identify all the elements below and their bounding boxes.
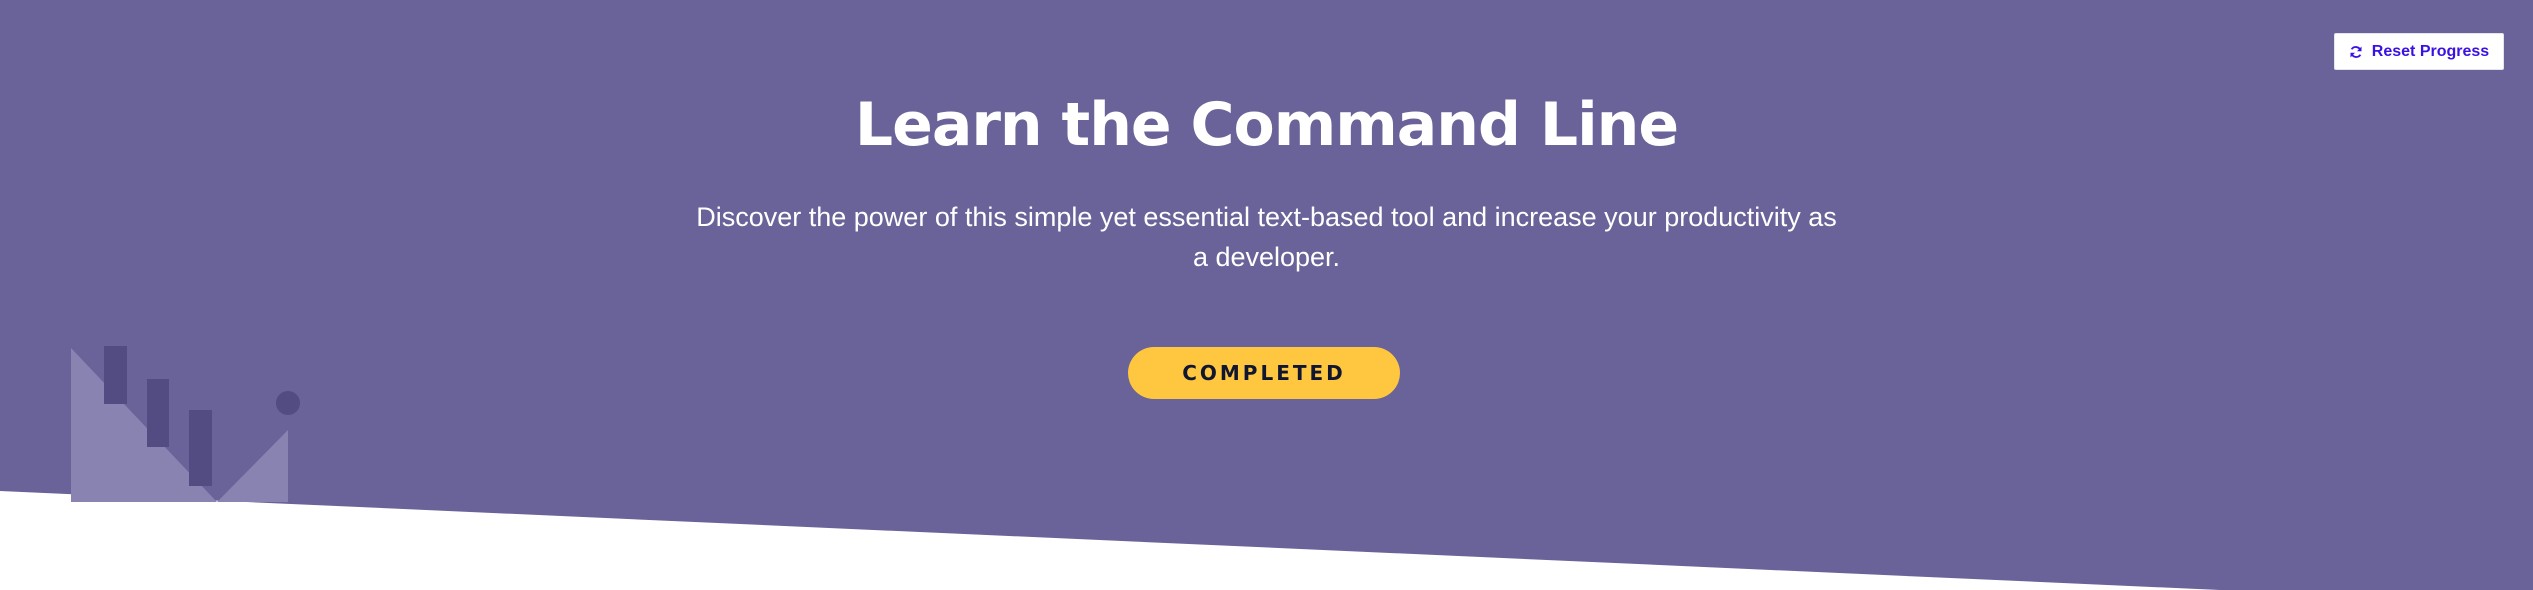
decorative-illustration xyxy=(71,346,300,502)
refresh-icon xyxy=(2349,45,2363,59)
reset-progress-button[interactable]: Reset Progress xyxy=(2334,33,2504,70)
decorative-bar xyxy=(189,410,212,486)
decorative-bar xyxy=(147,379,169,447)
reset-progress-label: Reset Progress xyxy=(2371,42,2490,60)
decorative-dot xyxy=(276,391,300,415)
page-title: Learn the Command Line xyxy=(854,90,1679,160)
course-hero: Learn the Command Line Discover the powe… xyxy=(0,0,2533,590)
decorative-triangle xyxy=(217,430,288,502)
course-description: Discover the power of this simple yet es… xyxy=(696,202,1837,272)
completed-button-label: COMPLETED xyxy=(1182,361,1346,385)
decorative-bar xyxy=(104,346,127,404)
completed-button[interactable]: COMPLETED xyxy=(1128,347,1400,399)
